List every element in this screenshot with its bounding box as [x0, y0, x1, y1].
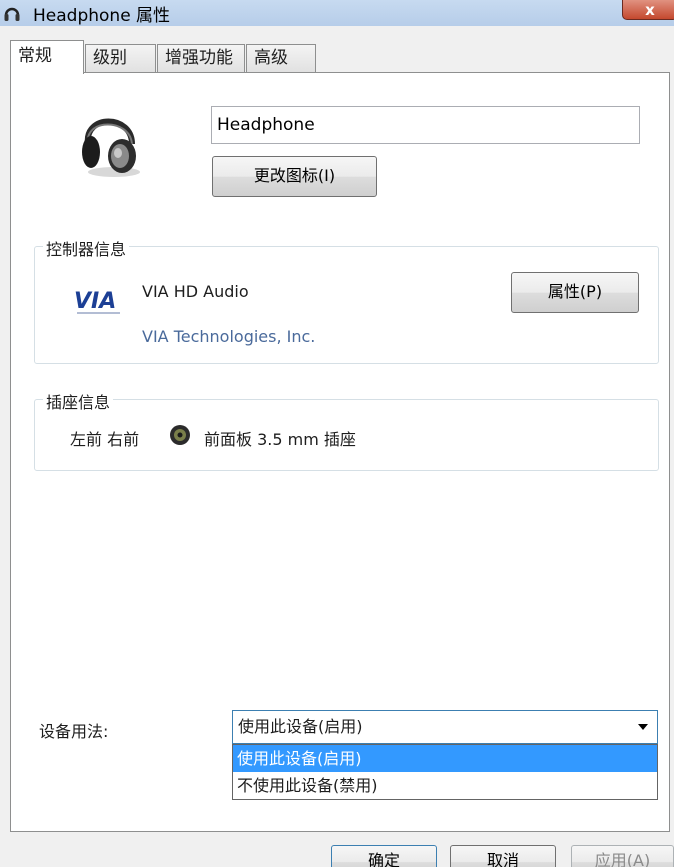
properties-label: 属性(P): [547, 282, 603, 301]
tab-label: 常规: [18, 46, 52, 66]
cancel-button[interactable]: 取消: [450, 845, 556, 867]
dropdown-option-disable[interactable]: 不使用此设备(禁用): [233, 772, 657, 799]
jack-description: 前面板 3.5 mm 插座: [204, 430, 356, 449]
apply-button[interactable]: 应用(A): [571, 845, 674, 867]
title-bar: Headphone 属性 x: [0, 0, 674, 26]
controller-properties-button[interactable]: 属性(P): [511, 272, 639, 313]
headphone-icon: [4, 7, 20, 21]
change-icon-button[interactable]: 更改图标(I): [212, 156, 377, 197]
device-usage-select[interactable]: 使用此设备(启用): [232, 710, 658, 744]
chevron-down-icon[interactable]: [638, 724, 648, 730]
tab-label: 级别: [93, 48, 127, 68]
jack-info-legend: 插座信息: [43, 389, 114, 413]
tab-levels[interactable]: 级别: [85, 44, 156, 72]
cancel-label: 取消: [486, 851, 519, 867]
device-usage-label: 设备用法:: [39, 722, 109, 741]
via-logo-text: VIA: [74, 289, 116, 314]
tab-enhancements[interactable]: 增强功能: [157, 44, 245, 72]
device-usage-dropdown: 使用此设备(启用) 不使用此设备(禁用): [232, 744, 658, 800]
tab-general[interactable]: 常规: [10, 40, 84, 74]
ok-label: 确定: [367, 851, 400, 867]
device-usage-selected: 使用此设备(启用): [238, 717, 363, 736]
controller-info-legend: 控制器信息: [43, 236, 130, 260]
controller-vendor-link[interactable]: VIA Technologies, Inc.: [142, 327, 315, 346]
headphone-device-icon: [82, 118, 140, 177]
dropdown-option-enable[interactable]: 使用此设备(启用): [233, 745, 657, 772]
close-icon: x: [645, 1, 655, 19]
device-name-input[interactable]: [211, 106, 640, 144]
window-title: Headphone 属性: [33, 6, 171, 26]
tab-advanced[interactable]: 高级: [246, 44, 316, 72]
jack-position: 左前 右前: [70, 430, 140, 449]
tab-label: 增强功能: [165, 48, 233, 68]
close-button[interactable]: x: [622, 0, 674, 20]
via-logo-icon: VIA: [74, 289, 120, 314]
ok-button[interactable]: 确定: [331, 845, 437, 867]
tab-label: 高级: [254, 48, 288, 68]
apply-label: 应用(A): [594, 851, 651, 867]
change-icon-label: 更改图标(I): [253, 166, 336, 185]
controller-name: VIA HD Audio: [142, 282, 249, 301]
jack-connector-icon: [170, 425, 190, 445]
